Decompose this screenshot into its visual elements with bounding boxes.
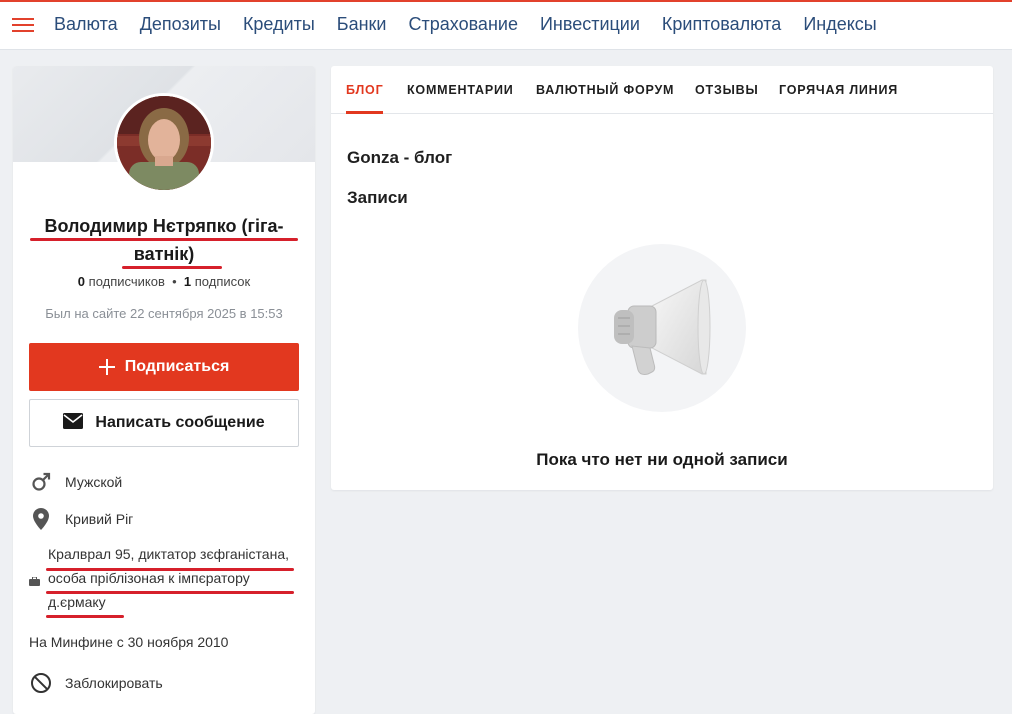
tab-blog[interactable]: БЛОГ <box>346 83 383 97</box>
male-icon <box>29 472 53 492</box>
megaphone-icon <box>614 279 711 375</box>
empty-state-message: Пока что нет ни одной записи <box>536 450 788 469</box>
subscribers-count: 0 <box>77 274 86 289</box>
profile-tabs: БЛОГ КОММЕНТАРИИ ВАЛЮТНЫЙ ФОРУМ ОТЗЫВЫ Г… <box>331 66 993 114</box>
nav-item-crypto[interactable]: Криптовалюта <box>662 14 781 35</box>
subscriptions-label[interactable]: подписок <box>195 274 250 289</box>
active-tab-indicator <box>346 111 383 114</box>
menu-icon[interactable] <box>12 16 34 34</box>
annotation-underline <box>30 238 298 241</box>
subscription-stats: 0 подписчиков • 1 подписок <box>13 274 315 289</box>
tab-reviews[interactable]: ОТЗЫВЫ <box>695 83 759 97</box>
block-label: Заблокировать <box>65 675 163 691</box>
plus-icon <box>98 359 115 375</box>
send-message-button[interactable]: Написать сообщение <box>29 399 299 447</box>
nav-item-currency[interactable]: Валюта <box>54 14 118 35</box>
block-icon <box>29 672 53 694</box>
send-message-label: Написать сообщение <box>95 414 265 431</box>
location-pin-icon <box>29 508 53 530</box>
briefcase-icon <box>29 573 40 591</box>
gender-row: Мужской <box>29 472 122 492</box>
gender-value: Мужской <box>65 474 123 490</box>
blog-title: Gonza - блог <box>347 148 453 167</box>
nav-item-credits[interactable]: Кредиты <box>243 14 315 35</box>
nav-menu: Валюта Депозиты Кредиты Банки Страховани… <box>54 14 877 35</box>
content-card: БЛОГ КОММЕНТАРИИ ВАЛЮТНЫЙ ФОРУМ ОТЗЫВЫ Г… <box>331 66 993 490</box>
last-seen: Был на сайте 22 сентября 2025 в 15:53 <box>45 306 283 321</box>
city-row: Кривий Ріг <box>29 508 133 530</box>
city-value: Кривий Ріг <box>65 511 134 527</box>
envelope-icon <box>63 412 84 434</box>
subscribers-label[interactable]: подписчиков <box>89 274 165 289</box>
subscribe-button[interactable]: Подписаться <box>29 343 299 391</box>
tab-hotline[interactable]: ГОРЯЧАЯ ЛИНИЯ <box>779 83 898 97</box>
nav-item-deposits[interactable]: Депозиты <box>140 14 221 35</box>
annotation-underline <box>46 568 294 571</box>
profile-card: Володимир Нєтряпко (гіга-ватнік) 0 подпи… <box>13 66 315 714</box>
nav-item-indices[interactable]: Индексы <box>803 14 876 35</box>
nav-item-investments[interactable]: Инвестиции <box>540 14 640 35</box>
separator-dot: • <box>168 274 184 289</box>
empty-state-illustration <box>578 244 746 412</box>
member-since: На Минфине с 30 ноября 2010 <box>29 634 229 650</box>
top-navigation: Валюта Депозиты Кредиты Банки Страховани… <box>0 0 1012 50</box>
subscriptions-count: 1 <box>183 274 192 289</box>
avatar[interactable] <box>114 93 214 193</box>
tab-comments[interactable]: КОММЕНТАРИИ <box>407 83 514 97</box>
tab-currency-forum[interactable]: ВАЛЮТНЫЙ ФОРУМ <box>536 83 674 97</box>
nav-item-insurance[interactable]: Страхование <box>409 14 518 35</box>
annotation-underline <box>46 615 124 618</box>
annotation-underline <box>122 266 222 269</box>
block-user-action[interactable]: Заблокировать <box>29 672 163 694</box>
subscribe-label: Подписаться <box>124 358 230 375</box>
nav-item-banks[interactable]: Банки <box>337 14 387 35</box>
annotation-underline <box>46 591 294 594</box>
job-value: Кралврал 95, диктатор зєфганістана, особ… <box>48 546 289 610</box>
posts-heading: Записи <box>347 188 408 207</box>
